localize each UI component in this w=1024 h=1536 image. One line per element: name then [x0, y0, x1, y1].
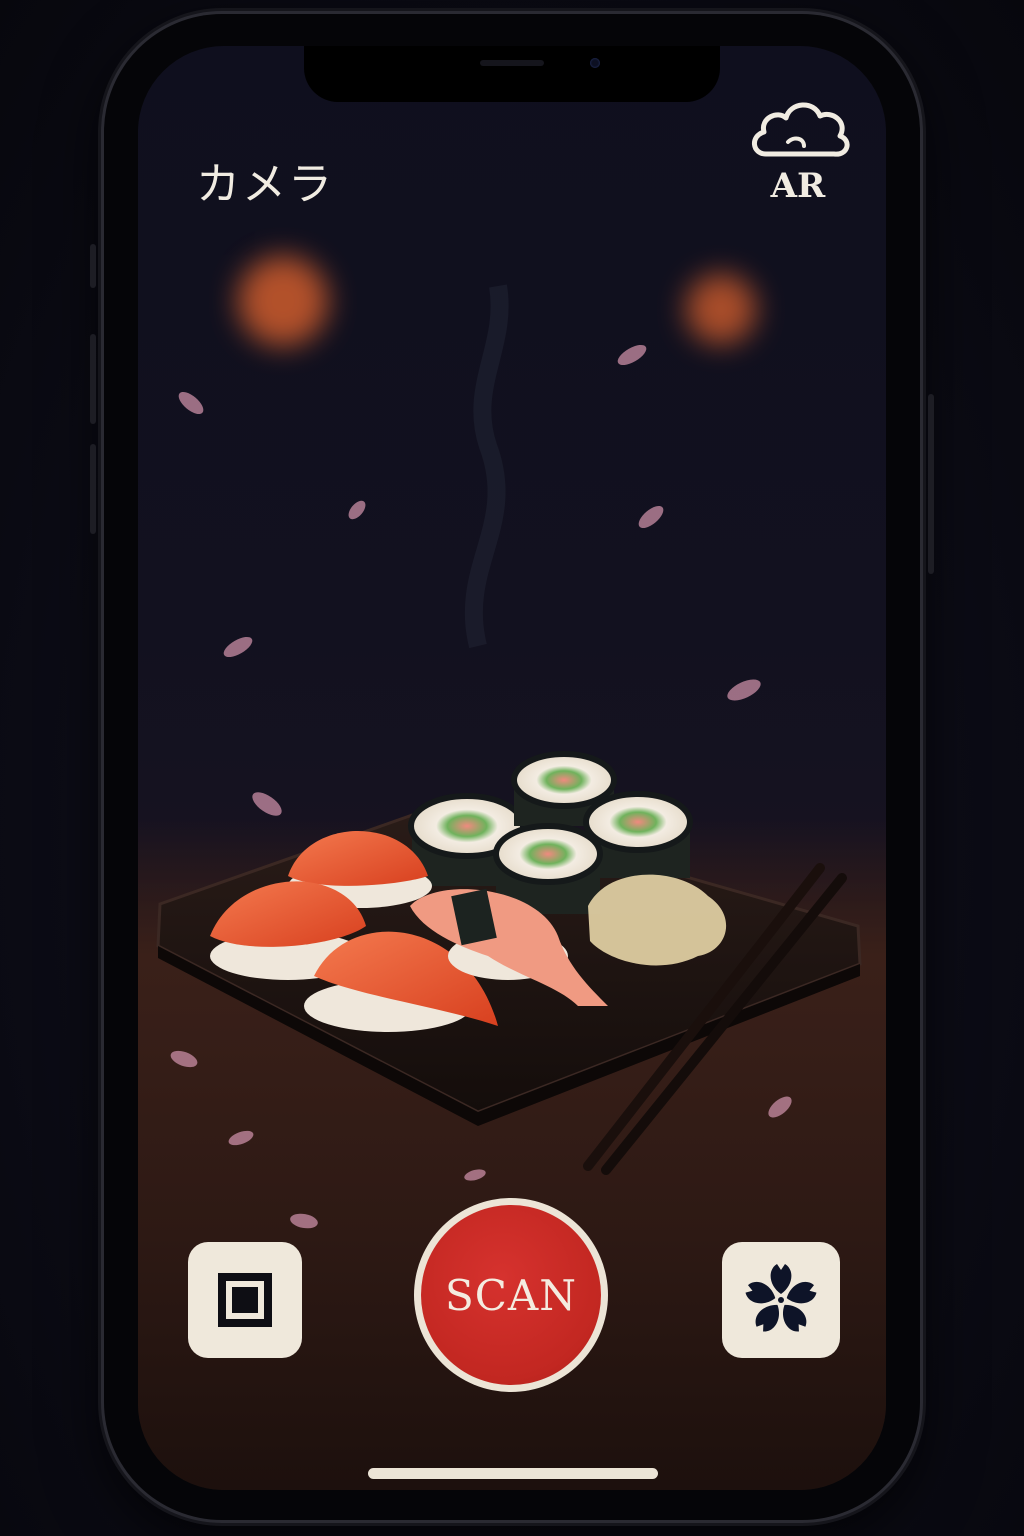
- front-camera: [590, 58, 600, 68]
- scan-label: SCAN: [445, 1270, 577, 1320]
- cloud-icon: [752, 102, 850, 157]
- scan-button[interactable]: SCAN: [414, 1198, 608, 1392]
- volume-down-button: [90, 444, 96, 534]
- notch: [304, 46, 720, 102]
- ar-label: AR: [770, 166, 826, 206]
- gallery-button[interactable]: [188, 1242, 302, 1358]
- home-indicator[interactable]: [368, 1468, 658, 1479]
- square-frame-icon: [218, 1273, 272, 1327]
- sakura-flower-icon: [743, 1264, 819, 1336]
- mute-switch: [90, 244, 96, 288]
- earpiece-speaker: [480, 60, 544, 66]
- filter-button[interactable]: [722, 1242, 840, 1358]
- power-button: [928, 394, 934, 574]
- page-title: カメラ: [196, 159, 334, 210]
- volume-up-button: [90, 334, 96, 424]
- ar-mode-button[interactable]: AR: [748, 96, 856, 214]
